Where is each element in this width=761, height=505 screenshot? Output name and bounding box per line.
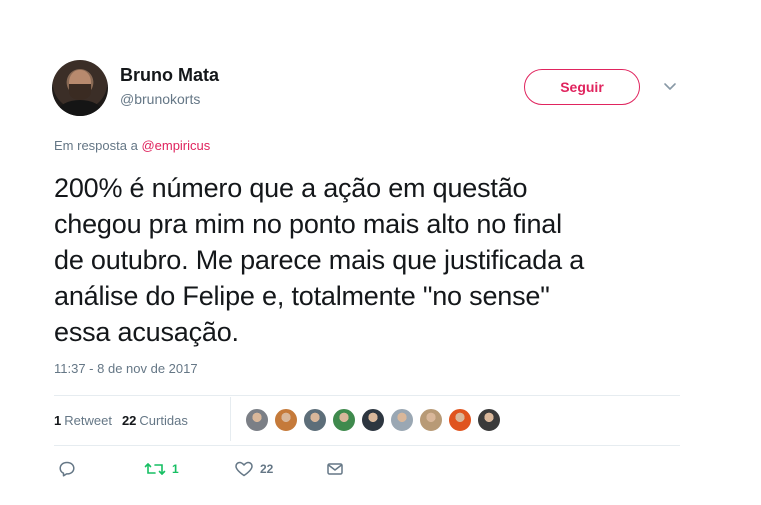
retweets-label: Retweet	[64, 413, 112, 428]
retweets-count: 1	[54, 413, 62, 428]
user-handle[interactable]: @brunokorts	[120, 91, 200, 107]
liker-2-avatar[interactable]	[273, 407, 299, 433]
user-avatar[interactable]	[52, 60, 108, 116]
tweet-text: 200% é número que a ação em questão cheg…	[54, 173, 585, 347]
likes-stat[interactable]: 22 Curtidas	[122, 413, 188, 428]
tweet-actions: 1 22	[54, 460, 384, 486]
heart-icon	[234, 460, 254, 478]
liker-8-avatar[interactable]	[447, 407, 473, 433]
chevron-down-icon[interactable]	[662, 80, 678, 92]
liker-avatars	[244, 407, 502, 433]
tweet-stats: 1 Retweet 22 Curtidas	[54, 413, 188, 428]
like-count: 22	[260, 462, 274, 476]
liker-5-avatar[interactable]	[360, 407, 386, 433]
stats-separator	[230, 397, 231, 441]
liker-9-avatar[interactable]	[476, 407, 502, 433]
retweets-stat[interactable]: 1 Retweet	[54, 413, 112, 428]
retweet-count: 1	[172, 462, 179, 476]
liker-1-avatar[interactable]	[244, 407, 270, 433]
reply-prefix: Em resposta a	[54, 138, 142, 153]
display-name[interactable]: Bruno Mata	[120, 65, 219, 86]
direct-message-button[interactable]	[326, 460, 344, 478]
retweet-button[interactable]: 1	[144, 460, 179, 478]
follow-button[interactable]: Seguir	[524, 69, 640, 105]
reply-icon	[58, 460, 76, 478]
retweet-icon	[144, 460, 166, 478]
liker-7-avatar[interactable]	[418, 407, 444, 433]
reply-mention-link[interactable]: @empiricus	[141, 138, 210, 153]
divider-bottom	[54, 445, 680, 446]
reply-context: Em resposta a @empiricus	[54, 138, 210, 153]
reply-button[interactable]	[58, 460, 76, 478]
envelope-icon	[326, 460, 344, 478]
liker-6-avatar[interactable]	[389, 407, 415, 433]
like-button[interactable]: 22	[234, 460, 273, 478]
likes-count: 22	[121, 413, 137, 428]
liker-4-avatar[interactable]	[331, 407, 357, 433]
liker-3-avatar[interactable]	[302, 407, 328, 433]
likes-label: Curtidas	[139, 413, 188, 428]
tweet-timestamp[interactable]: 11:37 - 8 de nov de 2017	[54, 361, 198, 376]
divider-top	[54, 395, 680, 396]
